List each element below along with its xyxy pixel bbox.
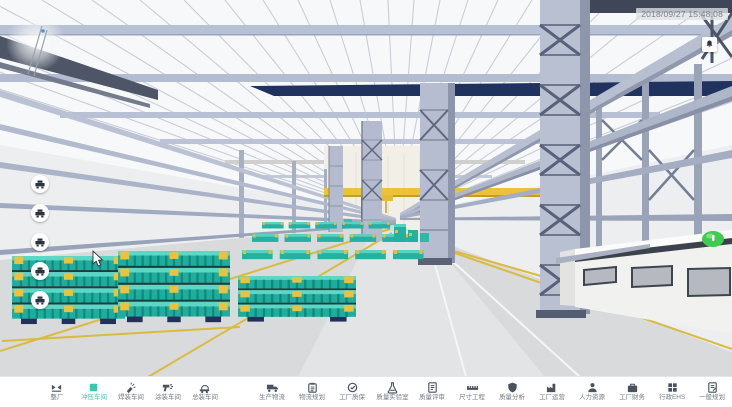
paint-spray-icon [161, 381, 174, 393]
factory-icon [546, 381, 559, 393]
press-machine-icon [35, 206, 45, 221]
ruler-icon [466, 381, 479, 393]
toolbar-item-assembly-shop[interactable]: 总装车间 [186, 377, 223, 407]
plan-document-icon [706, 381, 719, 393]
toolbar-item-quality-review[interactable]: 质量评审 [412, 377, 452, 407]
notification-button[interactable] [702, 37, 717, 52]
toolbar-item-logistics-planning[interactable]: 物流规划 [292, 377, 332, 407]
toolbar-item-factory-finance[interactable]: 工厂财务 [612, 377, 652, 407]
digital-twin-app: 2018/09/27 15:48:08 整厂 冲压车间 焊装车间 [0, 0, 732, 407]
briefcase-icon [626, 381, 639, 393]
clipboard-icon [306, 381, 319, 393]
toolbar-item-stamping-shop[interactable]: 冲压车间 [75, 377, 112, 407]
workshop-nav-group: 整厂 冲压车间 焊装车间 涂装车间 总装车间 [0, 377, 223, 407]
3d-viewport[interactable]: 2018/09/27 15:48:08 [0, 0, 732, 377]
toolbar-item-quality-analysis[interactable]: 质量分析 [492, 377, 532, 407]
press-machine-icon [35, 264, 45, 279]
toolbar-item-general-planning[interactable]: 一般规划 [692, 377, 732, 407]
toolbar-item-dimensional-engineering[interactable]: 尺寸工程 [452, 377, 492, 407]
toolbar-item-whole-plant[interactable]: 整厂 [38, 377, 75, 407]
clock-display: 2018/09/27 15:48:08 [636, 8, 728, 20]
toolbar-item-paint-shop[interactable]: 涂装车间 [149, 377, 186, 407]
stamping-press-icon [87, 381, 100, 393]
bell-icon [705, 37, 714, 52]
machine-hotspot-button[interactable] [31, 233, 49, 251]
machine-hotspot-button[interactable] [31, 175, 49, 193]
welding-icon [124, 381, 137, 393]
toolbar-item-factory-qa[interactable]: 工厂质保 [332, 377, 372, 407]
module-nav-group: 生产物流 物流规划 工厂质保 质量实验室 质量评审 尺寸工程 [252, 377, 732, 407]
toolbar-item-human-resources[interactable]: 人力资源 [572, 377, 612, 407]
whole-plant-icon [50, 381, 63, 393]
truck-icon [266, 381, 279, 393]
toolbar-item-welding-shop[interactable]: 焊装车间 [112, 377, 149, 407]
press-machine-icon [35, 235, 45, 250]
machine-hotspot-button[interactable] [31, 291, 49, 309]
building-grid-icon [666, 381, 679, 393]
bottom-toolbar: 整厂 冲压车间 焊装车间 涂装车间 总装车间 生产物流 [0, 376, 732, 407]
toolbar-item-factory-operations[interactable]: 工厂运营 [532, 377, 572, 407]
person-icon [586, 381, 599, 393]
toolbar-item-quality-lab[interactable]: 质量实验室 [372, 377, 412, 407]
qa-badge-icon [346, 381, 359, 393]
review-document-icon [426, 381, 439, 393]
shield-icon [506, 381, 519, 393]
press-machine-icon [35, 293, 45, 308]
machine-hotspot-button[interactable] [31, 262, 49, 280]
flask-icon [386, 381, 399, 393]
machine-hotspot-button[interactable] [31, 204, 49, 222]
press-machine-icon [35, 177, 45, 192]
factory-scene [0, 0, 732, 377]
toolbar-item-admin-ehs[interactable]: 行政EHS [652, 377, 692, 407]
green-status-marker [702, 231, 724, 247]
assembly-line-icon [198, 381, 211, 393]
toolbar-item-production-logistics[interactable]: 生产物流 [252, 377, 292, 407]
